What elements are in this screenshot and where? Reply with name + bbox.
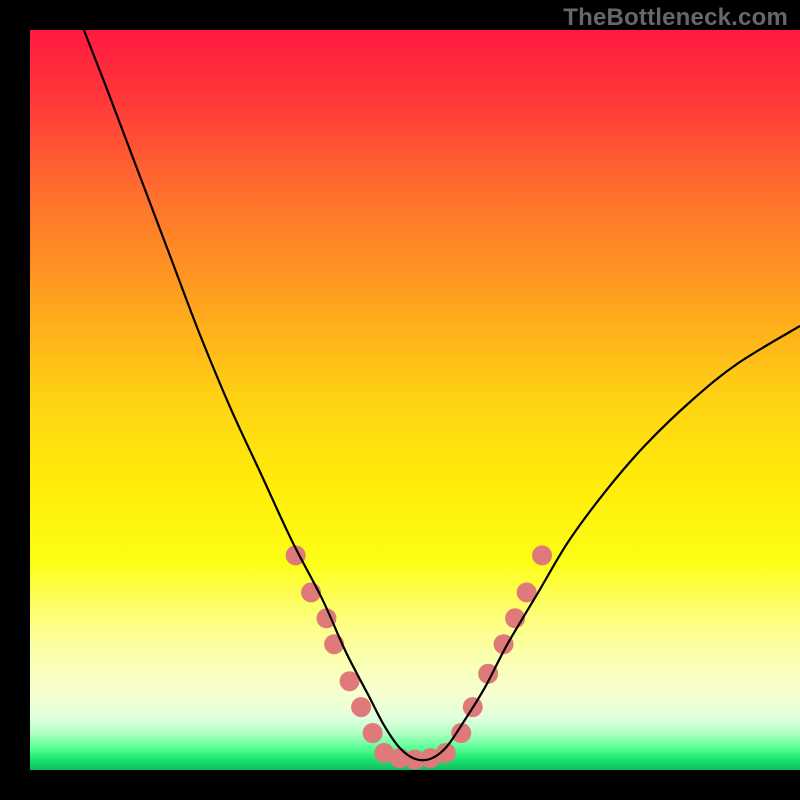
bottleneck-curve-path (84, 30, 800, 760)
watermark-text: TheBottleneck.com (563, 4, 788, 32)
chart-svg (30, 30, 800, 770)
chart-frame: TheBottleneck.com (0, 0, 800, 800)
scatter-point (363, 723, 383, 743)
frame-border-left (0, 0, 30, 800)
scatter-point (351, 697, 371, 717)
frame-border-bottom (0, 770, 800, 800)
scatter-point (532, 545, 552, 565)
scatter-group (286, 545, 552, 769)
